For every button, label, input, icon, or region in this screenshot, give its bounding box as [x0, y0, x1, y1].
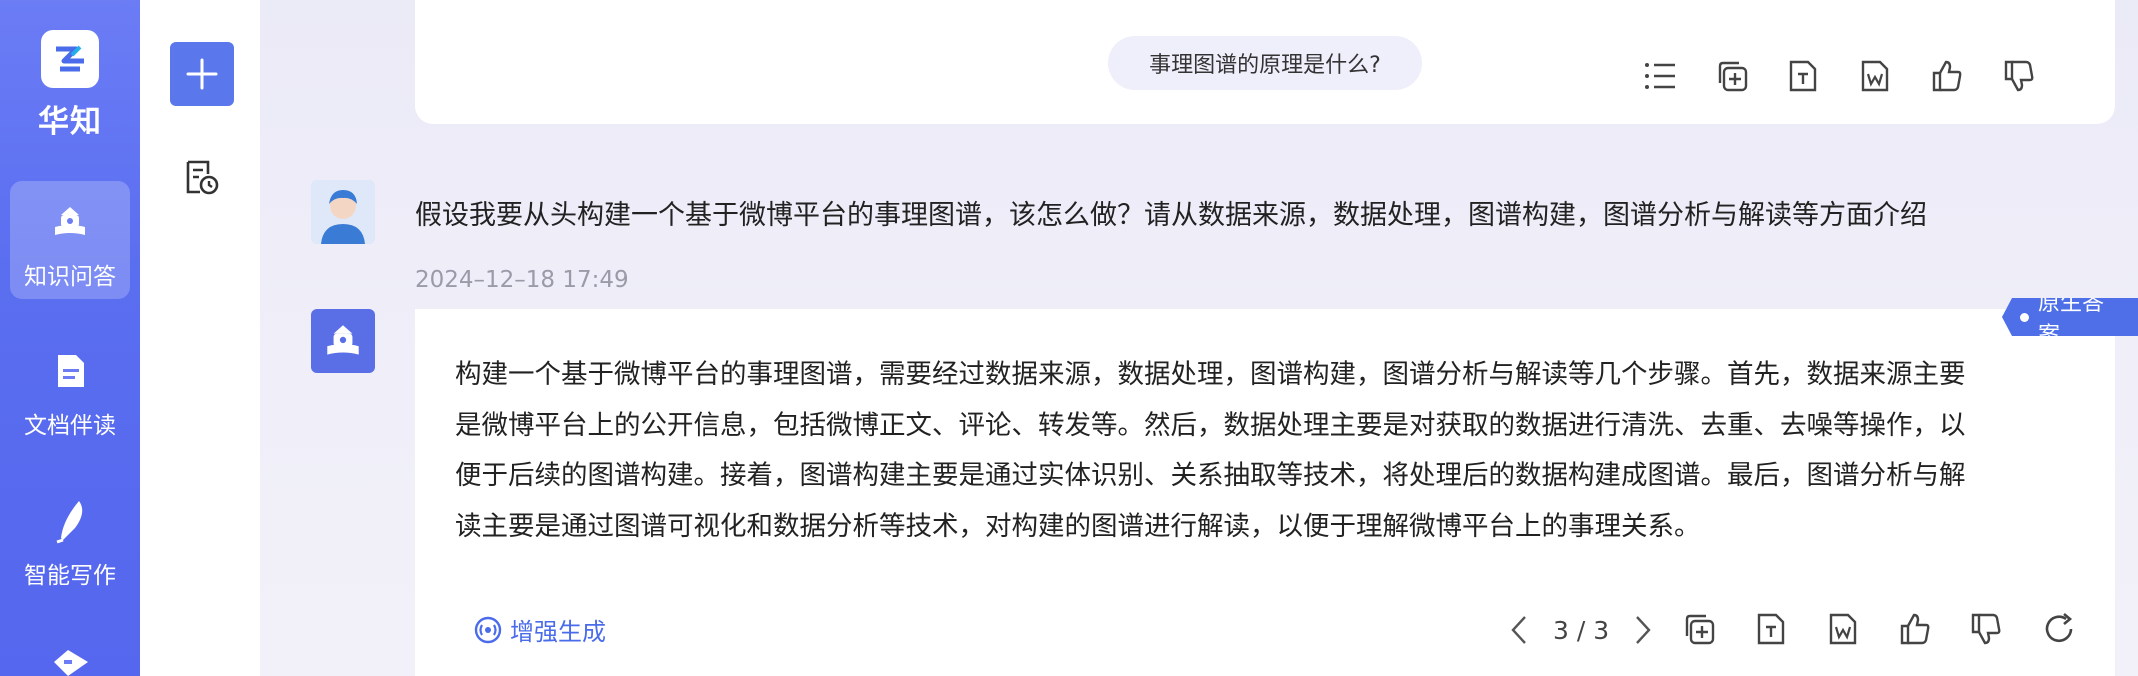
- copy-answer-button[interactable]: [1680, 610, 1718, 648]
- list-icon: [1645, 63, 1675, 89]
- native-answer-tag: 原生答案: [2002, 298, 2138, 336]
- answer-pager: 3 / 3: [1505, 608, 1657, 652]
- answer-line: 读主要是通过图谱可视化和数据分析等技术，对构建的图谱进行解读，以便于理解微博平台…: [455, 510, 1701, 542]
- thumbs-up-icon: [1900, 613, 1930, 645]
- left-nav-rail: 华知 知识问答 文档伴读 智能写作: [0, 0, 140, 676]
- text-file-icon: [1789, 60, 1817, 92]
- copy-button-top[interactable]: [1713, 57, 1751, 95]
- history-icon: [186, 160, 219, 195]
- answer-line: 是微博平台上的公开信息，包括微博正文、评论、转发等。然后，数据处理主要是对获取的…: [455, 409, 1966, 441]
- copy-add-icon: [1718, 61, 1748, 92]
- plus-icon: [186, 58, 218, 90]
- nav-label-document-reading: 文档伴读: [24, 413, 116, 439]
- thumbs-down-icon: [1971, 613, 2001, 645]
- assistant-avatar: [311, 309, 375, 373]
- nav-label-smart-writing: 智能写作: [24, 563, 116, 589]
- nav-label-knowledge-qa: 知识问答: [24, 264, 116, 290]
- export-txt-answer-button[interactable]: [1752, 610, 1790, 648]
- broadcast-icon: [474, 616, 502, 643]
- export-word-button-top[interactable]: [1856, 57, 1894, 95]
- brand-name: 华知: [38, 104, 102, 140]
- new-chat-button[interactable]: [170, 42, 234, 106]
- word-file-icon: [1861, 60, 1889, 92]
- nav-item-document-reading[interactable]: 文档伴读: [10, 330, 130, 448]
- assistant-book-icon: [327, 325, 359, 355]
- user-question-text: 假设我要从头构建一个基于微博平台的事理图谱，该怎么做？请从数据来源，数据处理，图…: [415, 200, 1927, 231]
- user-avatar-icon: [311, 180, 375, 244]
- feather-pen-icon: [47, 498, 93, 544]
- answer-line: 便于后续的图谱构建。接着，图谱构建主要是通过实体识别、关系抽取等技术，将处理后的…: [455, 460, 1966, 491]
- message-timestamp: 2024–12–18 17:49: [415, 267, 629, 293]
- refresh-icon: [2045, 613, 2073, 643]
- enhanced-generation-label: 增强生成: [510, 618, 606, 646]
- tag-dot: [2020, 313, 2029, 322]
- user-avatar: [311, 180, 375, 244]
- export-txt-button-top[interactable]: [1784, 57, 1822, 95]
- copy-add-icon: [1685, 614, 1715, 645]
- enhanced-generation-button[interactable]: 增强生成: [474, 612, 606, 647]
- export-word-answer-button[interactable]: [1824, 610, 1862, 648]
- nav-item-more-icon[interactable]: [52, 648, 90, 676]
- dislike-button-top[interactable]: [2000, 57, 2038, 95]
- outline-list-button[interactable]: [1641, 57, 1679, 95]
- word-file-icon: [1829, 613, 1857, 645]
- like-button-top[interactable]: [1928, 57, 1966, 95]
- chevron-right-icon: [1636, 616, 1651, 644]
- history-button[interactable]: [180, 156, 222, 198]
- answer-text: 构建一个基于微博平台的事理图谱，需要经过数据来源，数据处理，图谱构建，图谱分析与…: [455, 350, 2055, 552]
- like-answer-button[interactable]: [1896, 610, 1934, 648]
- logo-icon: [56, 45, 84, 72]
- pager-indicator: 3 / 3: [1553, 615, 1610, 645]
- previous-question-pill[interactable]: 事理图谱的原理是什么?: [1108, 36, 1422, 90]
- app-logo[interactable]: [41, 30, 99, 88]
- nav-item-smart-writing[interactable]: 智能写作: [10, 480, 130, 598]
- text-file-icon: [1757, 613, 1785, 645]
- qa-book-icon: [47, 199, 93, 245]
- answer-line: 构建一个基于微博平台的事理图谱，需要经过数据来源，数据处理，图谱构建，图谱分析与…: [455, 359, 1966, 390]
- thumbs-down-icon: [2004, 60, 2034, 92]
- thumbs-up-icon: [1932, 60, 1962, 92]
- document-icon: [47, 348, 93, 394]
- dislike-answer-button[interactable]: [1967, 610, 2005, 648]
- nav-item-knowledge-qa[interactable]: 知识问答: [10, 181, 130, 299]
- regenerate-button[interactable]: [2040, 610, 2078, 648]
- chevron-left-icon: [1511, 616, 1526, 644]
- next-answer-button[interactable]: [1629, 612, 1657, 648]
- prev-answer-button[interactable]: [1505, 612, 1533, 648]
